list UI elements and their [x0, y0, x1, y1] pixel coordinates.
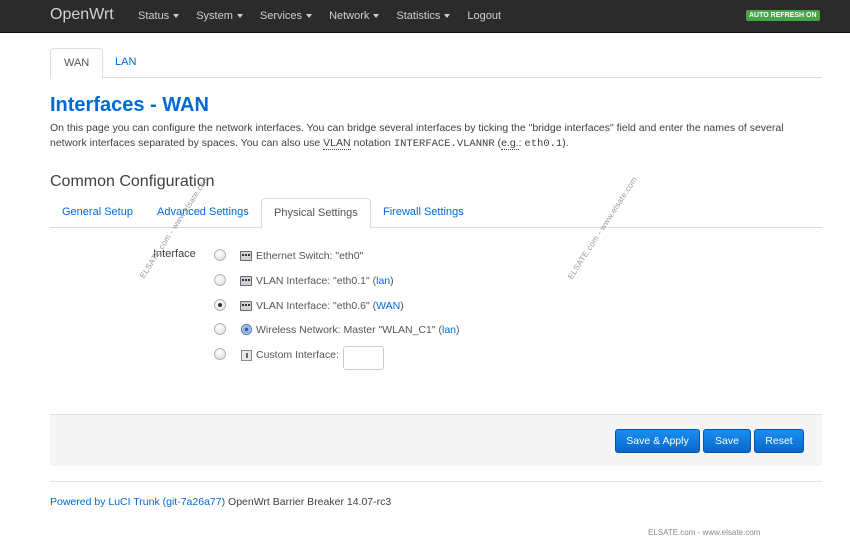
- menu-services[interactable]: Services: [259, 0, 313, 33]
- tab-lan[interactable]: LAN: [102, 48, 149, 79]
- chevron-down-icon: [173, 14, 180, 19]
- menu-logout-label: Logout: [467, 10, 502, 22]
- chevron-down-icon: [306, 14, 313, 19]
- interface-option-custom[interactable]: Custom Interface:: [214, 347, 614, 367]
- section-title: Common Configuration: [50, 173, 215, 190]
- option-text: ): [456, 324, 460, 336]
- footer: Powered by LuCI Trunk (git-7a26a77) Open…: [50, 496, 391, 508]
- option-text: ): [400, 300, 404, 312]
- option-text: Custom Interface:: [256, 349, 339, 361]
- desc-text: ).: [562, 137, 569, 149]
- interface-option-vlan-eth0-1[interactable]: VLAN Interface: "eth0.1" (lan): [214, 273, 614, 293]
- interface-radio[interactable]: [214, 348, 226, 360]
- ethernet-switch-icon: [240, 251, 252, 261]
- interface-tabs: WAN LAN: [50, 48, 822, 79]
- interface-option-vlan-eth0-6[interactable]: VLAN Interface: "eth0.6" (WAN): [214, 298, 614, 318]
- interface-option-wireless[interactable]: Wireless Network: Master "WLAN_C1" (lan): [214, 322, 614, 342]
- interface-option-label: VLAN Interface: "eth0.1" (lan): [256, 275, 394, 287]
- save-apply-button[interactable]: Save & Apply: [615, 429, 700, 453]
- custom-interface-input[interactable]: [343, 346, 384, 370]
- vlan-abbr: VLAN: [323, 137, 351, 150]
- option-text: VLAN Interface: "eth0.1" (: [256, 275, 377, 287]
- desc-text: notation: [350, 137, 394, 149]
- interface-radio[interactable]: [214, 274, 226, 286]
- interface-radio-selected[interactable]: [214, 299, 226, 311]
- save-button[interactable]: Save: [703, 429, 751, 453]
- top-navbar: OpenWrt Status System Services Network S…: [0, 0, 850, 33]
- interface-option-label: VLAN Interface: "eth0.6" (WAN): [256, 300, 404, 312]
- chevron-down-icon: [373, 14, 380, 19]
- interface-option-label: Ethernet Switch: "eth0": [256, 250, 363, 262]
- auto-refresh-badge[interactable]: AUTO REFRESH ON: [746, 10, 820, 21]
- ethernet-port-icon: [240, 276, 252, 286]
- menu-network[interactable]: Network: [329, 0, 380, 33]
- custom-interface-icon: [241, 350, 252, 361]
- main-menu: Status System Services Network Statistic…: [138, 0, 518, 33]
- page-description: On this page you can configure the netwo…: [50, 121, 810, 152]
- menu-status-label: Status: [138, 10, 170, 22]
- desc-code: INTERFACE.VLANNR: [393, 138, 495, 150]
- desc-code: eth0.1: [524, 138, 563, 150]
- interface-option-label: Custom Interface:: [256, 349, 339, 361]
- footer-version: OpenWrt Barrier Breaker 14.07-rc3: [225, 496, 392, 508]
- chevron-down-icon: [236, 14, 243, 19]
- option-text: VLAN Interface: "eth0.6" (: [256, 300, 377, 312]
- action-bar: Save & Apply Save Reset: [50, 414, 822, 466]
- menu-logout[interactable]: Logout: [467, 0, 501, 33]
- network-link-lan[interactable]: lan: [442, 324, 456, 336]
- menu-services-label: Services: [259, 10, 303, 22]
- luci-link[interactable]: Powered by LuCI Trunk (git-7a26a77): [50, 496, 225, 508]
- interface-radio[interactable]: [214, 323, 226, 335]
- page-title: Interfaces - WAN: [50, 94, 209, 116]
- footer-divider: [50, 481, 822, 482]
- network-link-wan[interactable]: WAN: [376, 300, 400, 312]
- interface-option-ethernet-switch[interactable]: Ethernet Switch: "eth0": [214, 248, 614, 268]
- tab-advanced-settings[interactable]: Advanced Settings: [145, 198, 261, 229]
- ethernet-port-icon: [240, 301, 252, 311]
- tab-firewall-settings[interactable]: Firewall Settings: [371, 198, 476, 229]
- menu-status[interactable]: Status: [138, 0, 180, 33]
- watermark-bottom: ELSATE.com - www.elsate.com: [648, 528, 761, 537]
- network-link-lan[interactable]: lan: [376, 275, 390, 287]
- menu-statistics[interactable]: Statistics: [396, 0, 451, 33]
- tab-wan[interactable]: WAN: [50, 48, 104, 79]
- chevron-down-icon: [444, 14, 451, 19]
- tab-general-setup[interactable]: General Setup: [50, 198, 145, 229]
- menu-system[interactable]: System: [196, 0, 243, 33]
- option-text: ): [390, 275, 394, 287]
- menu-network-label: Network: [329, 10, 370, 22]
- eg-abbr: e.g.: [501, 137, 519, 150]
- option-text: Ethernet Switch: "eth0": [256, 250, 364, 262]
- tab-physical-settings[interactable]: Physical Settings: [261, 198, 371, 229]
- interface-radio[interactable]: [214, 249, 226, 261]
- interface-option-label: Wireless Network: Master "WLAN_C1" (lan): [256, 324, 460, 336]
- reset-button[interactable]: Reset: [754, 429, 804, 453]
- config-tabs: General Setup Advanced Settings Physical…: [50, 198, 822, 229]
- brand-logo[interactable]: OpenWrt: [50, 6, 114, 24]
- wifi-icon: [241, 324, 252, 335]
- menu-statistics-label: Statistics: [396, 10, 441, 22]
- menu-system-label: System: [196, 10, 233, 22]
- option-text: Wireless Network: Master "WLAN_C1" (: [256, 324, 442, 336]
